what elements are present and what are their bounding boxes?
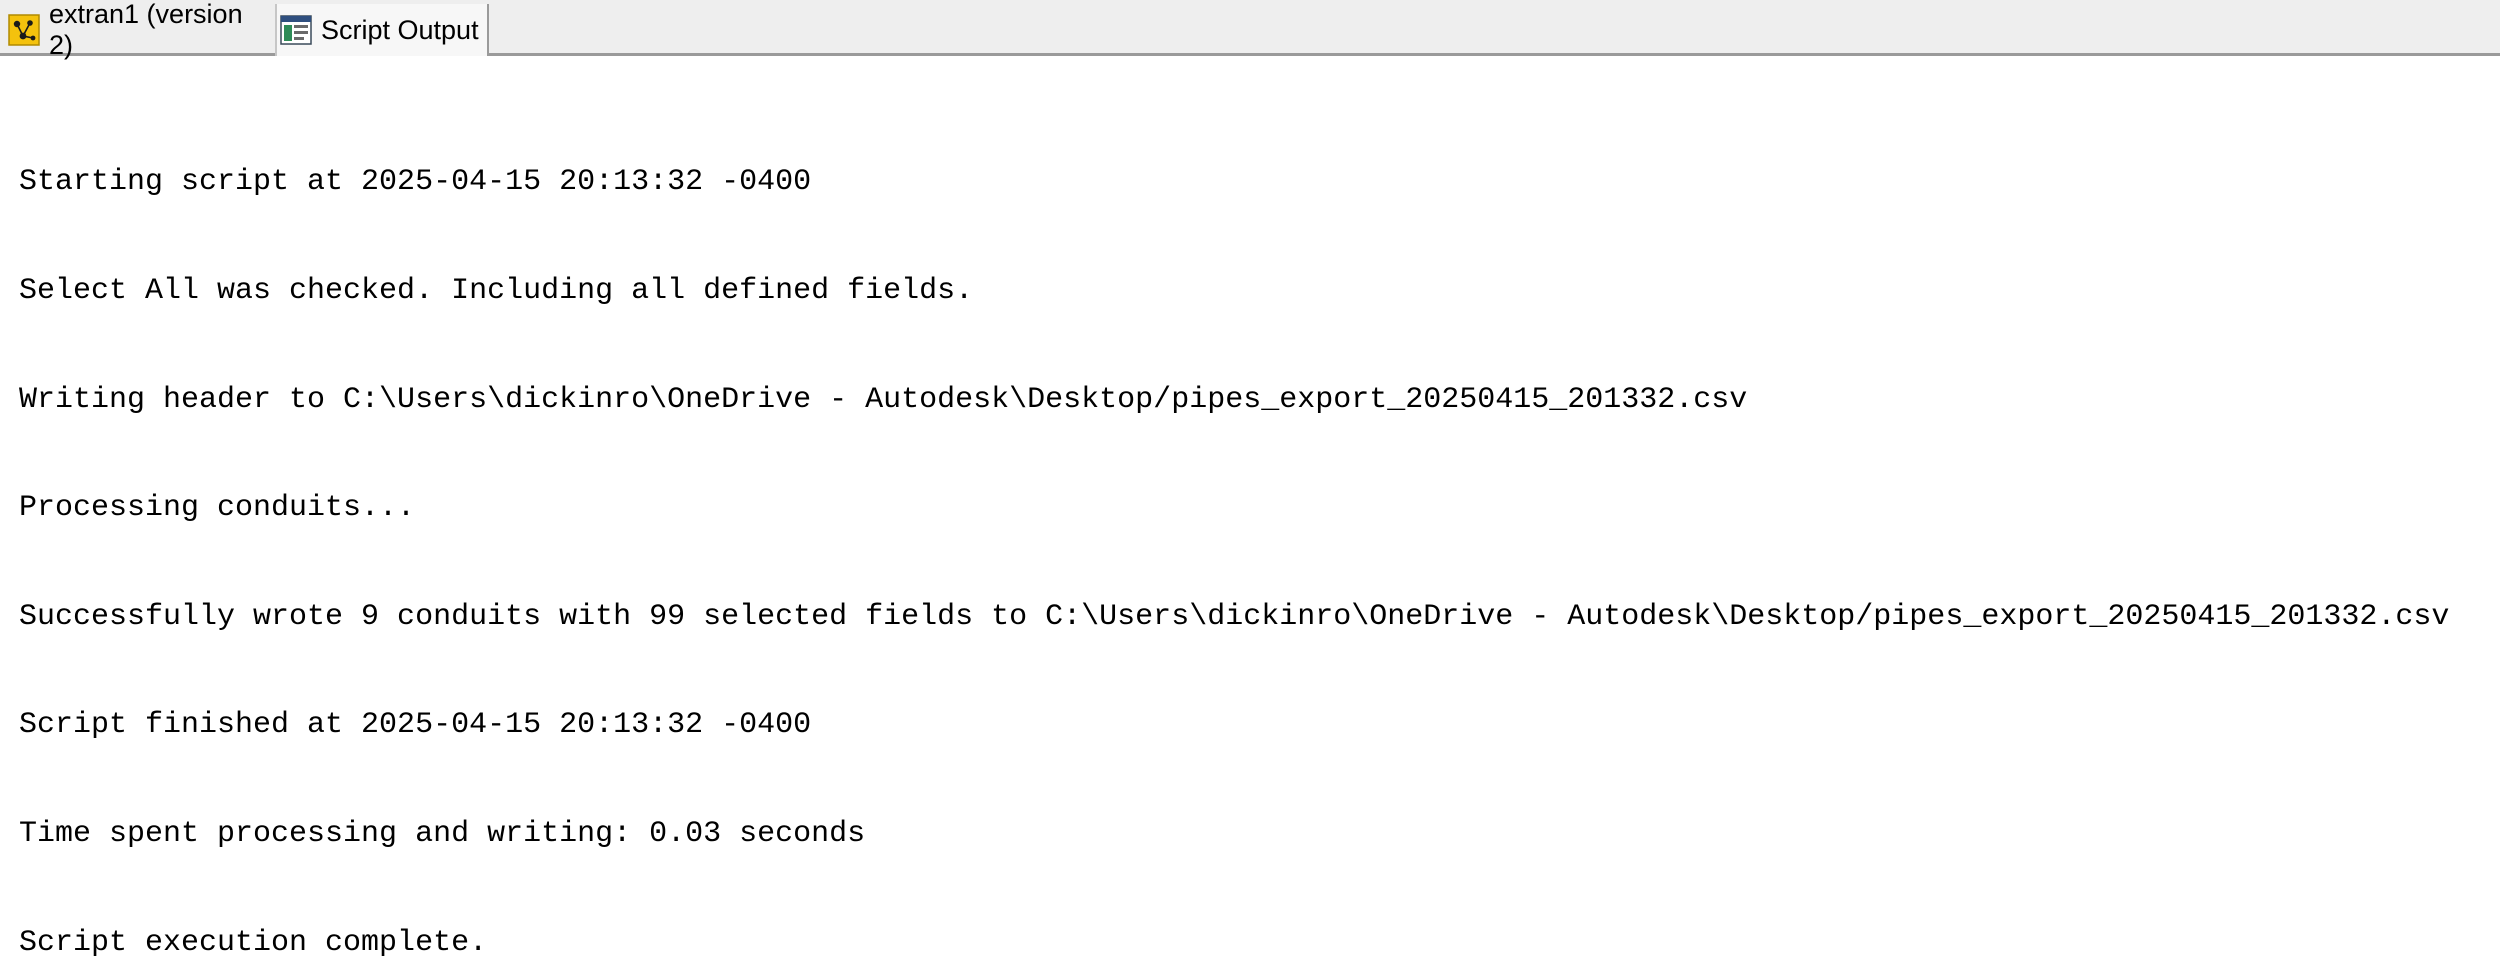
output-line: Script finished at 2025-04-15 20:13:32 -… <box>19 708 812 743</box>
tab-label: Script Output <box>321 14 479 45</box>
tab-label: extran1 (version 2) <box>49 0 243 60</box>
output-line: Starting script at 2025-04-15 20:13:32 -… <box>19 165 812 200</box>
output-line: Time spent processing and writing: 0.03 … <box>19 817 866 852</box>
output-line: Writing header to C:\Users\dickinro\OneD… <box>19 382 1748 417</box>
output-line: Successfully wrote 9 conduits with 99 se… <box>19 599 2450 634</box>
script-output-icon <box>280 15 312 45</box>
tab-extran1[interactable]: extran1 (version 2) <box>0 0 274 60</box>
output-line: Script execution complete. <box>19 925 488 960</box>
model-network-icon <box>8 14 40 46</box>
output-line: Select All was checked. Including all de… <box>19 274 974 309</box>
output-line: Processing conduits... <box>19 491 416 526</box>
tab-script-output[interactable]: Script Output <box>275 4 489 56</box>
script-output-console[interactable]: Starting script at 2025-04-15 20:13:32 -… <box>19 92 2489 978</box>
document-tab-bar: extran1 (version 2) Script Output <box>0 0 2500 60</box>
